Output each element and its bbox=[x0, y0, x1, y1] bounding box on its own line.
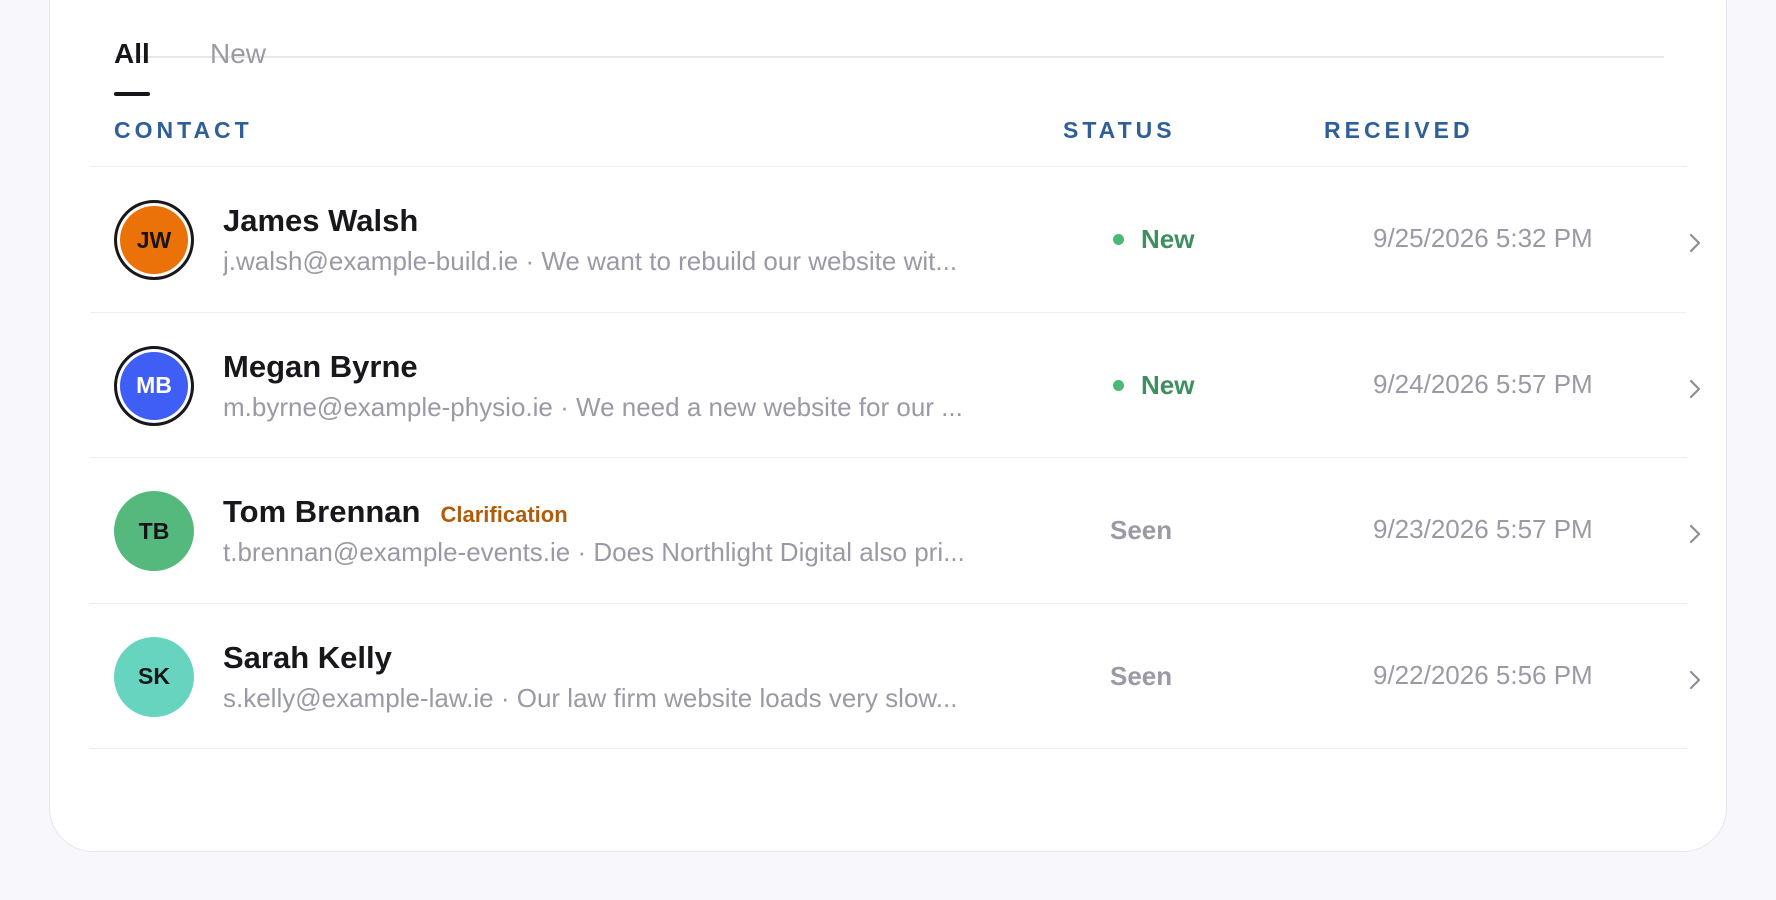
inquiry-row[interactable]: SK Sarah Kelly s.kelly@example-law.ie · … bbox=[90, 604, 1701, 749]
filter-tabs: All New bbox=[114, 1, 1664, 96]
chevron-right-icon[interactable] bbox=[1680, 519, 1710, 549]
inquiry-row[interactable]: MB Megan Byrne m.byrne@example-physio.ie… bbox=[90, 313, 1701, 458]
contact-name: James Walsh bbox=[223, 203, 419, 238]
chevron-right-icon[interactable] bbox=[1680, 228, 1710, 258]
inquiries-card: All New CONTACT STATUS RECEIVED JW James… bbox=[49, 0, 1727, 852]
contact-email: t.brennan@example-events.ie bbox=[223, 537, 571, 567]
received-timestamp: 9/23/2026 5:57 PM bbox=[1373, 514, 1593, 544]
status-label: Seen bbox=[1110, 515, 1173, 545]
contact-summary: t.brennan@example-events.ie · Does North… bbox=[223, 537, 1128, 568]
avatar: SK bbox=[114, 636, 194, 717]
message-preview: Our law firm website loads very slow... bbox=[516, 682, 958, 713]
contact-summary: m.byrne@example-physio.ie · We need a ne… bbox=[223, 392, 1128, 423]
separator-dot: · bbox=[560, 391, 576, 422]
status-label: New bbox=[1141, 369, 1195, 400]
contact-summary: s.kelly@example-law.ie · Our law firm we… bbox=[223, 683, 1128, 714]
contact-email: s.kelly@example-law.ie bbox=[223, 682, 494, 713]
inquiry-list: JW James Walsh j.walsh@example-build.ie … bbox=[90, 166, 1701, 749]
status-badge: New bbox=[1113, 224, 1194, 255]
contact-name: Sarah Kelly bbox=[223, 639, 392, 675]
separator-dot: · bbox=[577, 537, 594, 567]
inquiry-row[interactable]: JW James Walsh j.walsh@example-build.ie … bbox=[90, 167, 1701, 313]
avatar-initials: SK bbox=[138, 663, 170, 689]
received-timestamp: 9/24/2026 5:57 PM bbox=[1373, 368, 1593, 399]
status-dot-icon bbox=[1113, 379, 1124, 391]
contact-name-line: Sarah Kelly bbox=[223, 640, 392, 676]
status-badge: New bbox=[1113, 370, 1194, 401]
chevron-right-icon[interactable] bbox=[1680, 665, 1710, 695]
received-timestamp: 9/25/2026 5:32 PM bbox=[1373, 223, 1593, 253]
message-preview: We need a new website for our ... bbox=[576, 391, 963, 422]
avatar-initials: MB bbox=[136, 372, 172, 398]
contact-name: Tom Brennan bbox=[223, 494, 421, 529]
status-label: New bbox=[1141, 224, 1195, 254]
inquiry-row[interactable]: TB Tom Brennan Clarification t.brennan@e… bbox=[90, 458, 1701, 604]
clarification-tag: Clarification bbox=[440, 502, 568, 527]
contact-email: j.walsh@example-build.ie bbox=[223, 246, 519, 276]
contact-name-line: Megan Byrne bbox=[223, 349, 418, 385]
column-header-contact: CONTACT bbox=[114, 117, 253, 143]
message-preview: Does Northlight Digital also pri... bbox=[593, 537, 965, 567]
tab-new[interactable]: New bbox=[210, 37, 266, 71]
contact-name-line: James Walsh bbox=[223, 203, 418, 239]
contact-email: m.byrne@example-physio.ie bbox=[223, 391, 553, 422]
chevron-right-icon[interactable] bbox=[1680, 374, 1710, 404]
avatar: MB bbox=[114, 345, 194, 426]
column-header-status: STATUS bbox=[1063, 117, 1176, 143]
contact-name-line: Tom Brennan Clarification bbox=[223, 494, 568, 530]
status-dot-icon bbox=[1113, 234, 1124, 245]
message-preview: We want to rebuild our website wit... bbox=[541, 246, 958, 276]
tab-all[interactable]: All bbox=[114, 37, 150, 96]
contact-summary: j.walsh@example-build.ie · We want to re… bbox=[223, 246, 1128, 277]
contact-name: Megan Byrne bbox=[223, 348, 418, 384]
status-badge: Seen bbox=[1110, 515, 1172, 546]
avatar-initials: TB bbox=[138, 517, 170, 544]
table-header: CONTACT STATUS RECEIVED bbox=[114, 117, 1664, 151]
status-badge: Seen bbox=[1110, 661, 1172, 692]
separator-dot: · bbox=[525, 246, 542, 276]
avatar: JW bbox=[114, 200, 194, 280]
column-header-received: RECEIVED bbox=[1324, 117, 1474, 143]
received-timestamp: 9/22/2026 5:56 PM bbox=[1373, 659, 1593, 690]
avatar-initials: JW bbox=[136, 226, 172, 253]
separator-dot: · bbox=[500, 682, 517, 713]
avatar: TB bbox=[114, 491, 194, 571]
status-label: Seen bbox=[1110, 660, 1173, 691]
